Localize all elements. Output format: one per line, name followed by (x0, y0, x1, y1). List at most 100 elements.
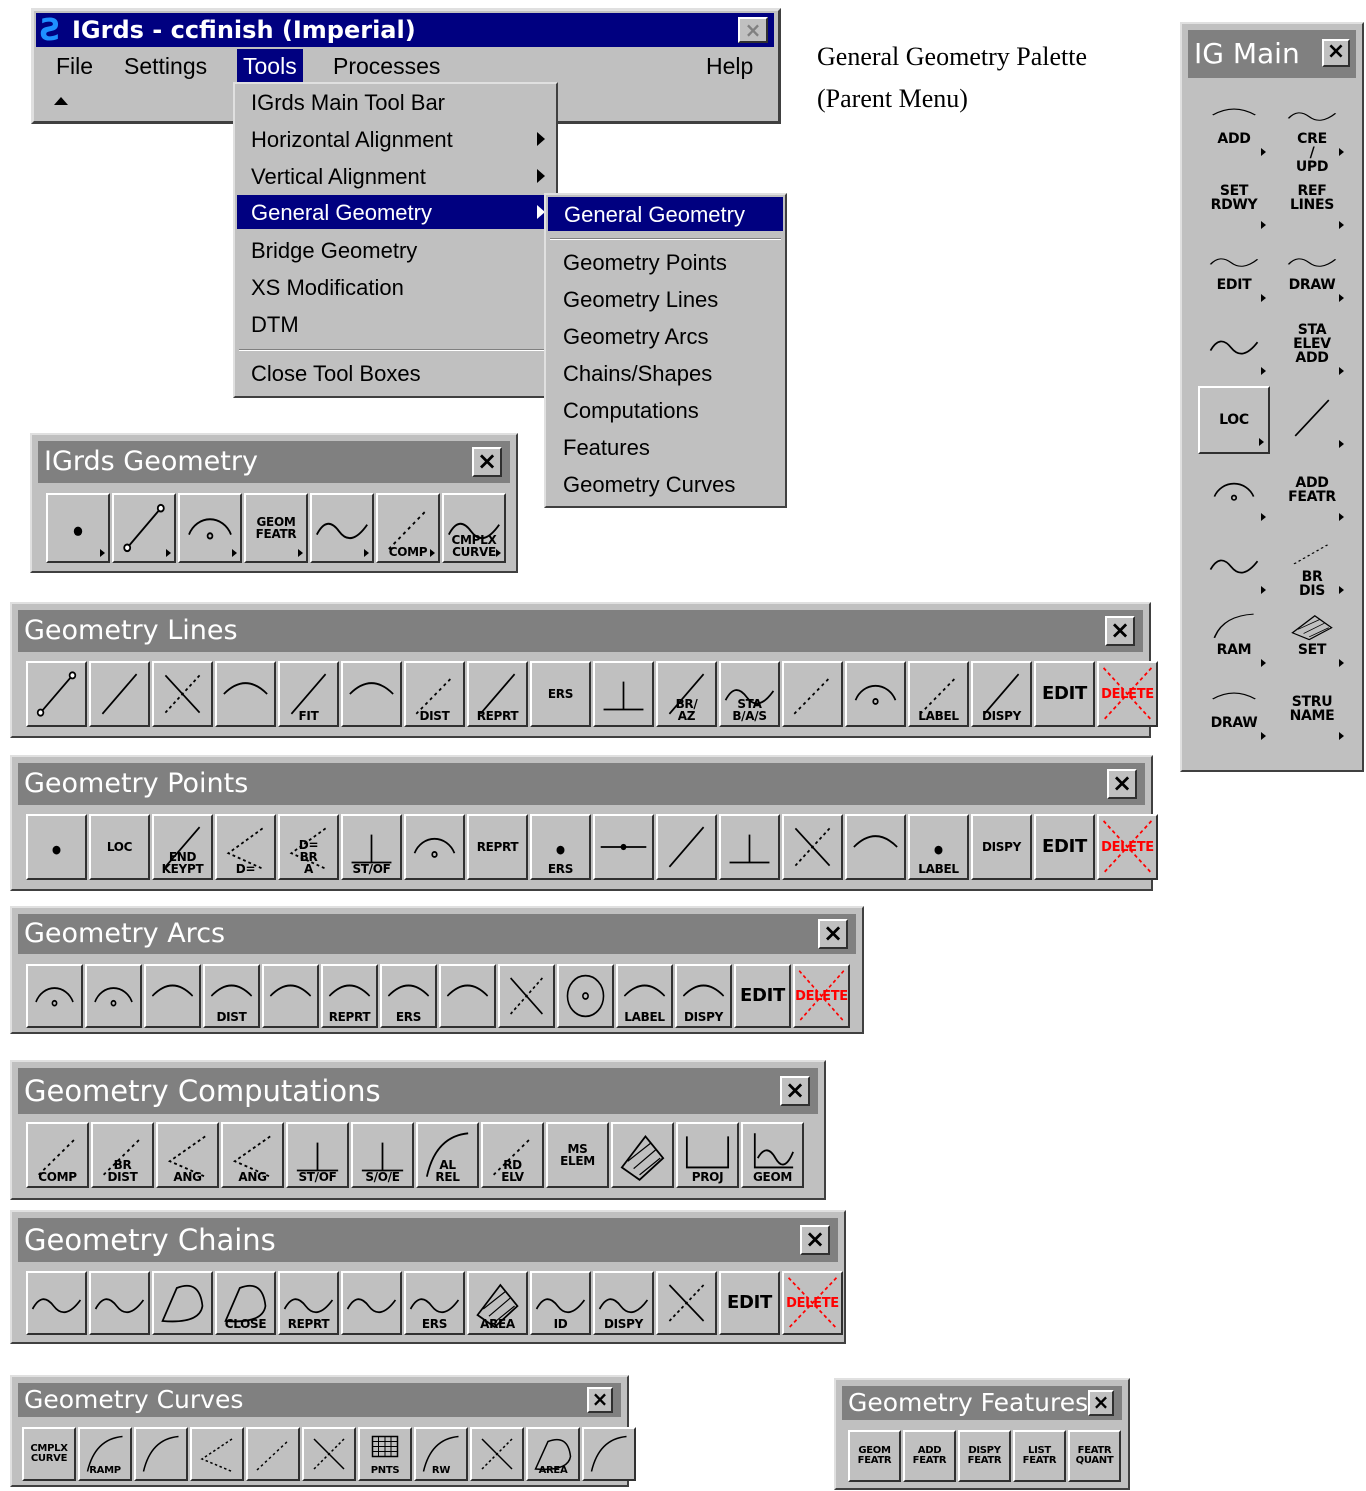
tool-button[interactable] (134, 1427, 188, 1481)
ig-main-tool[interactable] (1198, 532, 1270, 600)
ig-main-tool-ref-lines[interactable]: REF LINES (1276, 167, 1348, 235)
tool-button-dispy[interactable]: DISPY (675, 964, 732, 1028)
tool-button-dispy-featr[interactable]: DISPY FEATR (958, 1430, 1011, 1482)
tool-button-dispy[interactable]: DISPY (593, 1271, 654, 1335)
geometry-points-toolbox-titlebar[interactable]: Geometry Points × (18, 763, 1145, 805)
geometry-curves-toolbox-titlebar[interactable]: Geometry Curves × (18, 1383, 621, 1417)
submenu-item-geometry-curves[interactable]: Geometry Curves (563, 472, 735, 498)
tool-button[interactable] (89, 1271, 150, 1335)
close-button[interactable]: × (1088, 1390, 1114, 1416)
tool-button-st-of[interactable]: ST/OF (286, 1122, 349, 1188)
tool-button-proj[interactable]: PROJ (676, 1122, 739, 1188)
tool-button-geom-featr[interactable]: GEOM FEATR (848, 1430, 901, 1482)
close-button[interactable]: × (800, 1225, 830, 1255)
ig-main-titlebar[interactable]: IG Main × (1188, 30, 1356, 78)
ig-main-tool-ram[interactable]: RAM (1198, 605, 1270, 673)
tool-button[interactable] (593, 814, 654, 880)
tool-button-st-of[interactable]: ST/OF (341, 814, 402, 880)
menu-settings[interactable]: Settings (124, 53, 207, 80)
ig-main-tool-edit[interactable]: EDIT (1198, 240, 1270, 308)
menu-item-xs-modification[interactable]: XS Modification (251, 275, 404, 301)
tool-button-end-keypt[interactable]: END KEYPT (152, 814, 213, 880)
submenu-item-general-geometry[interactable]: General Geometry (548, 197, 783, 231)
tool-button-ang[interactable]: ANG (156, 1122, 219, 1188)
tool-button-geom-featr[interactable]: GEOM FEATR (244, 493, 308, 563)
tool-button[interactable] (341, 1271, 402, 1335)
tool-button[interactable] (178, 493, 242, 563)
menu-help[interactable]: Help (706, 53, 753, 80)
tool-button[interactable] (302, 1427, 356, 1481)
ig-main-tool-br-dis[interactable]: BR DIS (1276, 532, 1348, 600)
geometry-arcs-toolbox-titlebar[interactable]: Geometry Arcs × (18, 914, 856, 954)
tool-button[interactable] (719, 814, 780, 880)
menu-item-general-geometry[interactable]: General Geometry (237, 195, 554, 229)
tool-button-label[interactable]: LABEL (616, 964, 673, 1028)
tool-button[interactable] (246, 1427, 300, 1481)
tool-button-ers[interactable]: ERS (380, 964, 437, 1028)
tool-button-edit[interactable]: EDIT (1034, 814, 1095, 880)
menu-file[interactable]: File (56, 53, 93, 80)
ig-main-tool-stru-name[interactable]: STRU NAME (1276, 678, 1348, 746)
tool-button-close[interactable]: CLOSE (215, 1271, 276, 1335)
tool-button-br-az[interactable]: BR/AZ (656, 661, 717, 727)
tool-button-label[interactable]: LABEL (908, 661, 969, 727)
geometry-lines-toolbox-titlebar[interactable]: Geometry Lines × (18, 610, 1143, 652)
tool-button-fit[interactable]: FIT (278, 661, 339, 727)
tool-button-comp[interactable]: COMP (376, 493, 440, 563)
ig-main-tool[interactable] (1198, 313, 1270, 381)
tool-button[interactable] (215, 661, 276, 727)
menu-item-dtm[interactable]: DTM (251, 312, 299, 338)
tool-button-sta-b-a-s[interactable]: STA B/A/S (719, 661, 780, 727)
tool-button[interactable] (46, 493, 110, 563)
tool-button-edit[interactable]: EDIT (719, 1271, 780, 1335)
tool-button[interactable] (262, 964, 319, 1028)
ig-main-tool-set-rdwy[interactable]: SET RDWY (1198, 167, 1270, 235)
tool-button[interactable] (845, 814, 906, 880)
tool-button[interactable] (582, 1427, 636, 1481)
tool-button-dist[interactable]: DIST (404, 661, 465, 727)
tool-button-area[interactable]: AREA (526, 1427, 580, 1481)
menu-item-vertical-alignment[interactable]: Vertical Alignment (251, 164, 426, 190)
ig-main-tool[interactable] (1198, 459, 1270, 527)
tool-button-dispy[interactable]: DISPY (971, 661, 1032, 727)
close-button[interactable]: × (587, 1387, 613, 1413)
ig-main-tool-cre-upd[interactable]: CRE / UPD (1276, 94, 1348, 174)
tool-button-ers[interactable]: ERS (404, 1271, 465, 1335)
close-button[interactable]: × (1107, 769, 1137, 799)
tool-button-s-o-e[interactable]: S/O/E (351, 1122, 414, 1188)
tool-button-add-featr[interactable]: ADD FEATR (903, 1430, 956, 1482)
tool-button[interactable] (404, 814, 465, 880)
tool-button[interactable] (593, 661, 654, 727)
ig-main-tool-draw[interactable]: DRAW (1276, 240, 1348, 308)
menu-tools[interactable]: Tools (237, 49, 303, 84)
tool-button-ms-elem[interactable]: MS ELEM (546, 1122, 609, 1188)
tool-button-reprt[interactable]: REPRT (278, 1271, 339, 1335)
tool-button-delete[interactable]: DELETE (782, 1271, 843, 1335)
tool-button[interactable] (656, 1271, 717, 1335)
tool-button-br-dist[interactable]: BR DIST (91, 1122, 154, 1188)
ig-main-tool-loc[interactable]: LOC (1198, 386, 1270, 454)
close-button[interactable]: × (1105, 616, 1135, 646)
tool-button-loc[interactable]: LOC (89, 814, 150, 880)
tool-button-delete[interactable]: DELETE (1097, 661, 1158, 727)
submenu-item-geometry-lines[interactable]: Geometry Lines (563, 287, 718, 313)
menu-item-igrds-main-toolbar[interactable]: IGrds Main Tool Bar (251, 90, 445, 116)
tool-button-reprt[interactable]: REPRT (321, 964, 378, 1028)
tool-button[interactable] (190, 1427, 244, 1481)
menu-item-bridge-geometry[interactable]: Bridge Geometry (251, 238, 417, 264)
tool-button-delete[interactable]: DELETE (793, 964, 850, 1028)
tool-button-al-rel[interactable]: AL REL (416, 1122, 479, 1188)
tool-button-list-featr[interactable]: LIST FEATR (1013, 1430, 1066, 1482)
ig-main-tool[interactable] (1276, 386, 1348, 454)
ig-main-tool-set[interactable]: SET (1276, 605, 1348, 673)
tool-button[interactable] (26, 814, 87, 880)
close-button[interactable]: × (818, 919, 848, 949)
tool-button[interactable] (26, 661, 87, 727)
tool-button-cmplx-curve[interactable]: CMPLX CURVE (442, 493, 506, 563)
tool-button-ers[interactable]: ERS (530, 814, 591, 880)
main-titlebar[interactable]: Ƨ IGrds - ccfinish (Imperial) × (36, 13, 774, 48)
submenu-item-computations[interactable]: Computations (563, 398, 699, 424)
tool-button-edit[interactable]: EDIT (1034, 661, 1095, 727)
tool-button[interactable] (112, 493, 176, 563)
ig-main-tool-draw[interactable]: DRAW (1198, 678, 1270, 746)
